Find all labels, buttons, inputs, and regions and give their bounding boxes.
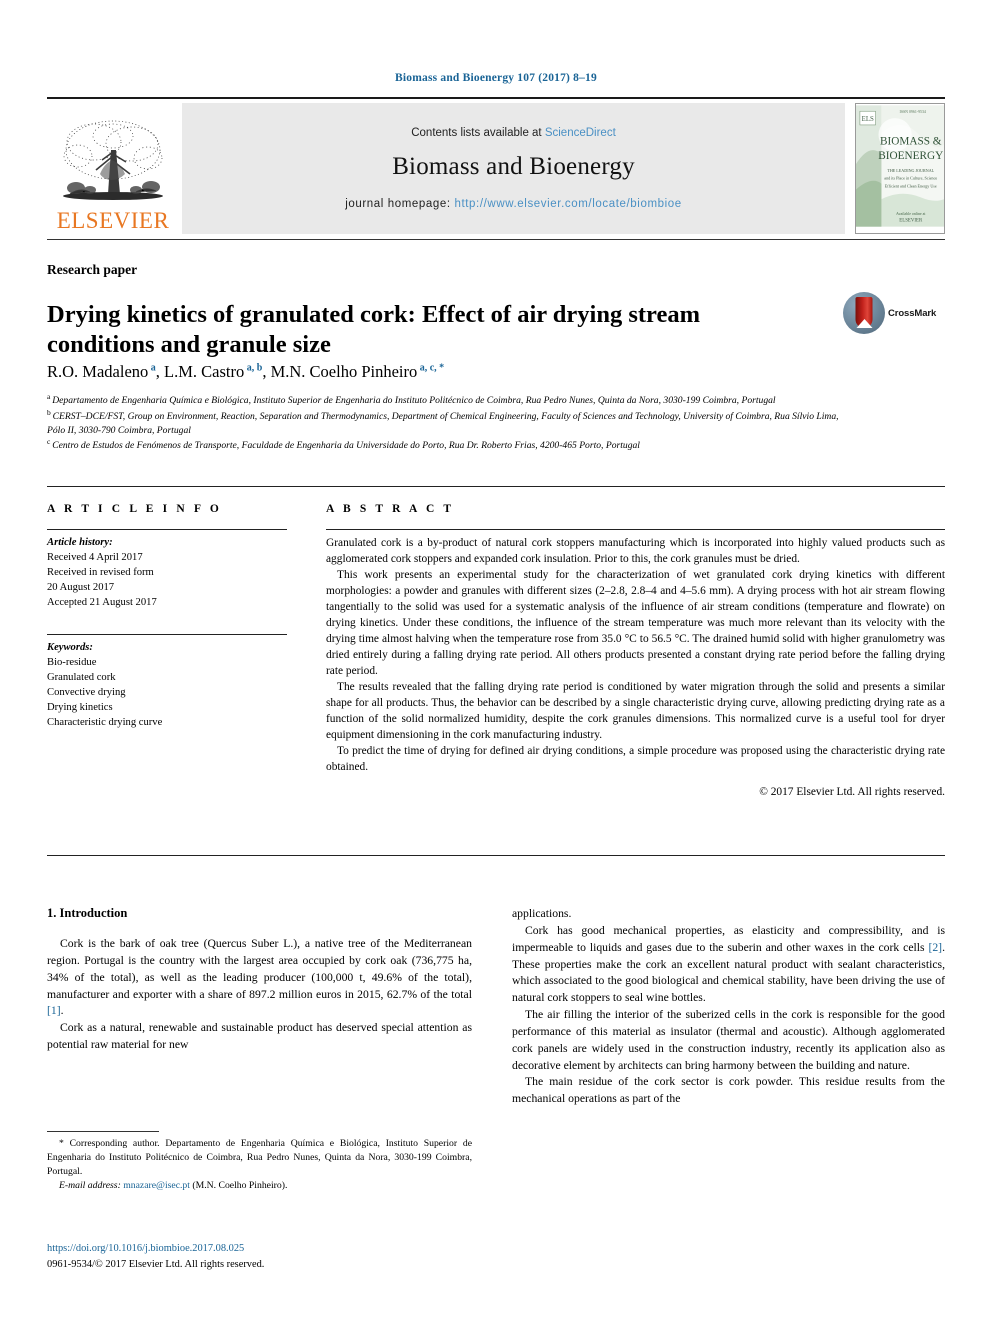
elsevier-wordmark: ELSEVIER: [56, 208, 170, 233]
abstract-body: Granulated cork is a by-product of natur…: [326, 530, 945, 776]
citation-link[interactable]: [1]: [47, 1004, 61, 1017]
body-paragraph: The air filling the interior of the sube…: [512, 1008, 945, 1072]
svg-text:BIOENERGY: BIOENERGY: [878, 150, 943, 162]
author-list: R.O. Madaleno a, L.M. Castro a, b, M.N. …: [47, 362, 445, 381]
author-affiliation-marker: a, b: [244, 362, 263, 374]
body-paragraph: Cork as a natural, renewable and sustain…: [47, 1021, 472, 1052]
author-name: L.M. Castro: [164, 362, 245, 381]
issn-copyright-line: 0961-9534/© 2017 Elsevier Ltd. All right…: [47, 1259, 265, 1270]
article-info-heading: A R T I C L E I N F O: [47, 503, 222, 515]
body-paragraph: Cork has good mechanical properties, as …: [512, 923, 945, 1005]
body-column-right: applications. Cork has good mechanical pr…: [512, 906, 945, 1108]
keywords-block: Keywords: Bio-residue Granulated cork Conv…: [47, 635, 287, 730]
abstract-paragraph: The results revealed that the falling dr…: [326, 680, 945, 741]
body-paragraph: Cork is the bark of oak tree (Quercus Su…: [47, 937, 472, 1018]
abstract-column: Granulated cork is a by-product of natur…: [326, 529, 945, 798]
article-history: Article history: Received 4 April 2017 Re…: [47, 530, 287, 610]
svg-text:ELS: ELS: [862, 116, 874, 123]
article-history-item: Received in revised form: [47, 567, 154, 579]
sciencedirect-link[interactable]: ScienceDirect: [545, 127, 616, 139]
svg-text:Available online at: Available online at: [896, 212, 926, 216]
email-note: E-mail address: mnazare@isec.pt (M.N. Co…: [47, 1179, 472, 1193]
keyword-item: Bio-residue: [47, 657, 97, 669]
masthead-center: Contents lists available at ScienceDirec…: [182, 103, 845, 234]
elsevier-tree-icon: [56, 116, 170, 208]
article-history-label: Article history:: [47, 537, 113, 548]
homepage-line: journal homepage: http://www.elsevier.co…: [345, 198, 682, 210]
email-owner: (M.N. Coelho Pinheiro).: [192, 1180, 288, 1192]
contents-prefix: Contents lists available at: [411, 126, 545, 139]
affiliation-row: c Centro de Estudos de Fenómenos de Tran…: [47, 437, 847, 453]
article-info-column: Article history: Received 4 April 2017 Re…: [47, 529, 287, 730]
article-history-item: Received 4 April 2017: [47, 552, 143, 564]
masthead-bottom-rule: [47, 239, 945, 240]
author-affiliation-marker: a, c, *: [417, 362, 445, 374]
keyword-item: Granulated cork: [47, 672, 116, 684]
article-history-item: 20 August 2017: [47, 582, 115, 594]
corresponding-author-note: * Corresponding author. Departamento de …: [47, 1138, 472, 1178]
footnote-block: * Corresponding author. Departamento de …: [47, 1137, 472, 1193]
author-name: M.N. Coelho Pinheiro: [270, 362, 418, 381]
author-affiliation-marker: a: [148, 362, 156, 374]
homepage-prefix: journal homepage:: [345, 197, 455, 210]
keyword-item: Characteristic drying curve: [47, 717, 163, 729]
svg-text:ISSN 0961-9534: ISSN 0961-9534: [900, 110, 926, 114]
author-name: R.O. Madaleno: [47, 362, 149, 381]
abstract-paragraph: Granulated cork is a by-product of natur…: [326, 537, 945, 565]
info-block-bottom-rule: [47, 855, 945, 856]
crossmark-icon: [843, 292, 885, 334]
body-paragraph: The main residue of the cork sector is c…: [512, 1075, 945, 1106]
info-block-top-rule: [47, 486, 945, 487]
svg-text:THE LEADING JOURNAL: THE LEADING JOURNAL: [887, 168, 934, 173]
affiliation-row: a Departamento de Engenharia Química e B…: [47, 392, 847, 408]
journal-title: Biomass and Bioenergy: [392, 152, 635, 180]
article-type-label: Research paper: [47, 262, 138, 277]
doi-link[interactable]: https://doi.org/10.1016/j.biombioe.2017.…: [47, 1243, 244, 1254]
journal-cover-thumbnail: ELS ISSN 0961-9534 BIOMASS & BIOENERGY T…: [855, 103, 945, 234]
svg-text:Efficient and Clean Energy Use: Efficient and Clean Energy Use: [885, 184, 937, 189]
citation-link[interactable]: [2]: [928, 941, 942, 954]
affiliation-list: a Departamento de Engenharia Química e B…: [47, 392, 847, 453]
abstract-paragraph: This work presents an experimental study…: [326, 568, 945, 677]
email-link[interactable]: mnazare@isec.pt: [123, 1180, 190, 1191]
section-heading-introduction: 1. Introduction: [47, 906, 128, 920]
body-column-left: Cork is the bark of oak tree (Quercus Su…: [47, 936, 472, 1054]
crossmark-label: CrossMark: [888, 307, 937, 319]
keyword-item: Convective drying: [47, 687, 126, 699]
affiliation-row: b CERST–DCE/FST, Group on Environment, R…: [47, 408, 847, 437]
contents-line: Contents lists available at ScienceDirec…: [411, 127, 616, 139]
journal-masthead: ELSEVIER Contents lists available at Sci…: [47, 97, 945, 234]
body-paragraph: applications.: [512, 907, 572, 920]
running-head: Biomass and Bioenergy 107 (2017) 8–19: [395, 72, 597, 84]
svg-text:ELSEVIER: ELSEVIER: [899, 219, 923, 224]
crossmark-badge[interactable]: CrossMark: [843, 290, 943, 336]
footnote-rule: [47, 1131, 159, 1132]
affiliation-text: Departamento de Engenharia Química e Bio…: [52, 395, 776, 407]
abstract-copyright: © 2017 Elsevier Ltd. All rights reserved…: [759, 785, 945, 798]
article-history-item: Accepted 21 August 2017: [47, 597, 157, 609]
elsevier-logo: ELSEVIER: [47, 103, 179, 234]
article-history-items: Received 4 April 2017 Received in revised…: [47, 550, 287, 610]
affiliation-text: CERST–DCE/FST, Group on Environment, Rea…: [47, 410, 839, 436]
affiliation-text: Centro de Estudos de Fenómenos de Transp…: [52, 440, 640, 452]
keyword-items: Bio-residue Granulated cork Convective dry…: [47, 655, 287, 730]
email-label: E-mail address:: [59, 1180, 121, 1192]
svg-text:BIOMASS &: BIOMASS &: [880, 135, 942, 147]
keyword-item: Drying kinetics: [47, 702, 113, 714]
abstract-heading: A B S T R A C T: [326, 503, 455, 515]
keywords-label: Keywords:: [47, 642, 93, 654]
homepage-url-link[interactable]: http://www.elsevier.com/locate/biombioe: [454, 198, 681, 210]
abstract-paragraph: To predict the time of drying for define…: [326, 744, 945, 773]
journal-article-page: Biomass and Bioenergy 107 (2017) 8–19 EL…: [0, 0, 992, 1323]
page-title: Drying kinetics of granulated cork: Effe…: [47, 301, 701, 359]
